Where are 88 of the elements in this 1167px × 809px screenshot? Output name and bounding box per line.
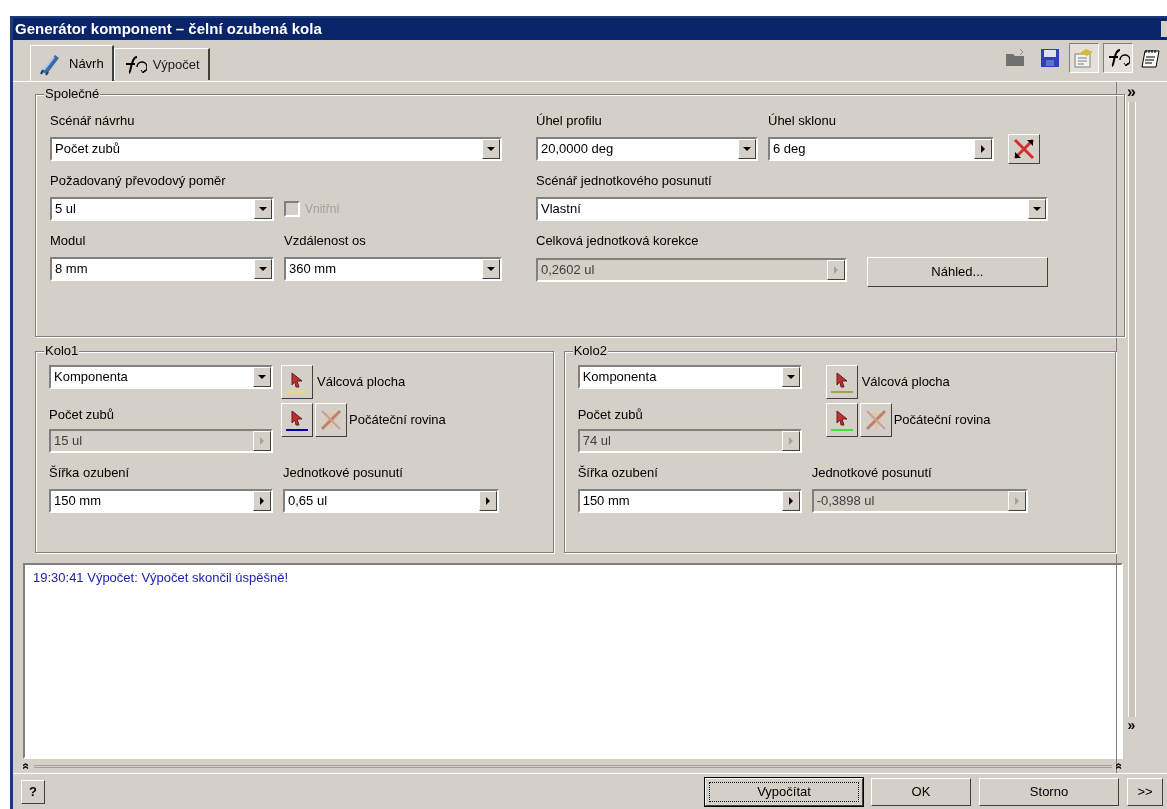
dropdown-button[interactable] <box>253 367 271 388</box>
field-label: Požadovaný převodový poměr <box>50 172 227 191</box>
preview-button[interactable]: Náhled... <box>866 257 1048 288</box>
triangle-right-icon <box>1014 497 1019 506</box>
caret-icon <box>487 267 495 272</box>
dropdown-button[interactable] <box>482 259 500 280</box>
field-label: Šířka ozubení <box>577 464 659 483</box>
field-label: Scénář jednotkového posunutí <box>536 172 713 191</box>
button-label: Válcová plocha <box>317 373 406 392</box>
flip-button[interactable] <box>859 403 892 438</box>
field-label: Jednotkové posunutí <box>283 464 404 483</box>
spin-field[interactable]: 150 mm <box>49 489 273 514</box>
field-label: Počet zubů <box>577 406 644 425</box>
spin-button[interactable] <box>253 491 271 512</box>
field-label: Vzdálenost os <box>284 232 367 251</box>
field-label: Počet zubů <box>49 406 116 425</box>
dropdown-button[interactable] <box>738 139 756 160</box>
tab[interactable]: Výpočet <box>113 48 210 81</box>
spin-button[interactable] <box>781 491 800 512</box>
combo-box[interactable]: 20,0000 deg <box>536 137 758 162</box>
select-button[interactable] <box>281 403 313 438</box>
triangle-right-icon <box>833 266 838 275</box>
field-label: Šířka ozubení <box>49 464 131 483</box>
dropdown-button[interactable] <box>482 139 500 160</box>
window-title: Generátor komponent – čelní ozubená kola <box>15 18 322 39</box>
group-legend: Společné <box>44 86 101 103</box>
crossed-arrow-icon <box>864 409 887 432</box>
help-button[interactable]: ? <box>21 779 45 804</box>
button-label: Počáteční rovina <box>349 411 446 430</box>
caret-icon <box>743 147 751 152</box>
dialog-button[interactable]: Vypočítat <box>705 777 863 806</box>
combo-box[interactable]: Počet zubů <box>50 137 502 162</box>
triangle-right-icon <box>260 437 264 446</box>
dropdown-button[interactable] <box>254 259 272 280</box>
tab[interactable]: Návrh <box>30 45 114 82</box>
combo-box[interactable]: 360 mm <box>284 257 502 282</box>
select-button[interactable] <box>825 365 858 400</box>
spin-field[interactable]: 150 mm <box>577 489 802 514</box>
dialog-button[interactable]: OK <box>871 777 971 806</box>
collapse-arrow[interactable]: « <box>20 762 33 770</box>
combo-box[interactable]: Komponenta <box>49 365 273 390</box>
spin-field[interactable]: 0,65 ul <box>283 489 499 514</box>
field-label: Celková jednotková korekce <box>536 232 700 251</box>
cursor-icon <box>291 409 303 426</box>
flip-button[interactable] <box>315 403 347 438</box>
more-button[interactable]: >> <box>1127 777 1163 806</box>
triangle-right-icon <box>486 497 490 506</box>
caret-icon <box>1033 207 1041 212</box>
dialog-button[interactable]: Storno <box>979 777 1119 806</box>
select-button[interactable] <box>825 403 858 438</box>
combo-box[interactable]: Komponenta <box>577 365 802 390</box>
spin-field[interactable]: 6 deg <box>768 137 994 162</box>
crossed-arrow-icon <box>1013 138 1035 161</box>
button-label: Počáteční rovina <box>893 411 991 430</box>
field-label: Modul <box>50 232 87 251</box>
collapse-arrow[interactable]: « <box>1113 762 1126 770</box>
triangle-right-icon <box>981 145 985 154</box>
cursor-icon <box>291 371 303 388</box>
spin-button[interactable] <box>479 491 497 512</box>
expand-arrow[interactable]: » <box>1127 717 1136 734</box>
cursor-icon <box>835 371 848 388</box>
select-button[interactable] <box>281 365 313 400</box>
triangle-right-icon <box>260 497 264 506</box>
button-label: Válcová plocha <box>861 373 950 392</box>
caret-icon <box>258 375 266 380</box>
spin-button[interactable] <box>974 139 992 160</box>
combo-box[interactable]: 5 ul <box>50 197 274 222</box>
flip-button[interactable] <box>1008 134 1040 165</box>
field-label: Scénář návrhu <box>50 112 136 131</box>
combo-box[interactable]: Vlastní <box>536 197 1048 222</box>
caret-icon <box>487 147 495 152</box>
combo-box[interactable]: 8 mm <box>50 257 274 282</box>
dropdown-button[interactable] <box>1028 199 1046 220</box>
caret-icon <box>786 375 795 380</box>
triangle-right-icon <box>788 497 793 506</box>
triangle-right-icon <box>788 437 793 446</box>
toolbar-button[interactable] <box>1103 43 1133 74</box>
cursor-icon <box>835 409 848 426</box>
crossed-arrow-icon <box>320 409 342 432</box>
log-message: 19:30:41 Výpočet: Výpočet skončil úspěšně! <box>33 569 290 588</box>
expand-arrow[interactable]: » <box>1127 82 1136 103</box>
dropdown-button[interactable] <box>781 367 800 388</box>
caret-icon <box>259 207 267 212</box>
field-label: Jednotkové posunutí <box>811 464 933 483</box>
caret-icon <box>259 267 267 272</box>
dropdown-button[interactable] <box>254 199 272 220</box>
field-label: Úhel sklonu <box>768 112 837 131</box>
field-label: Úhel profilu <box>536 112 603 131</box>
